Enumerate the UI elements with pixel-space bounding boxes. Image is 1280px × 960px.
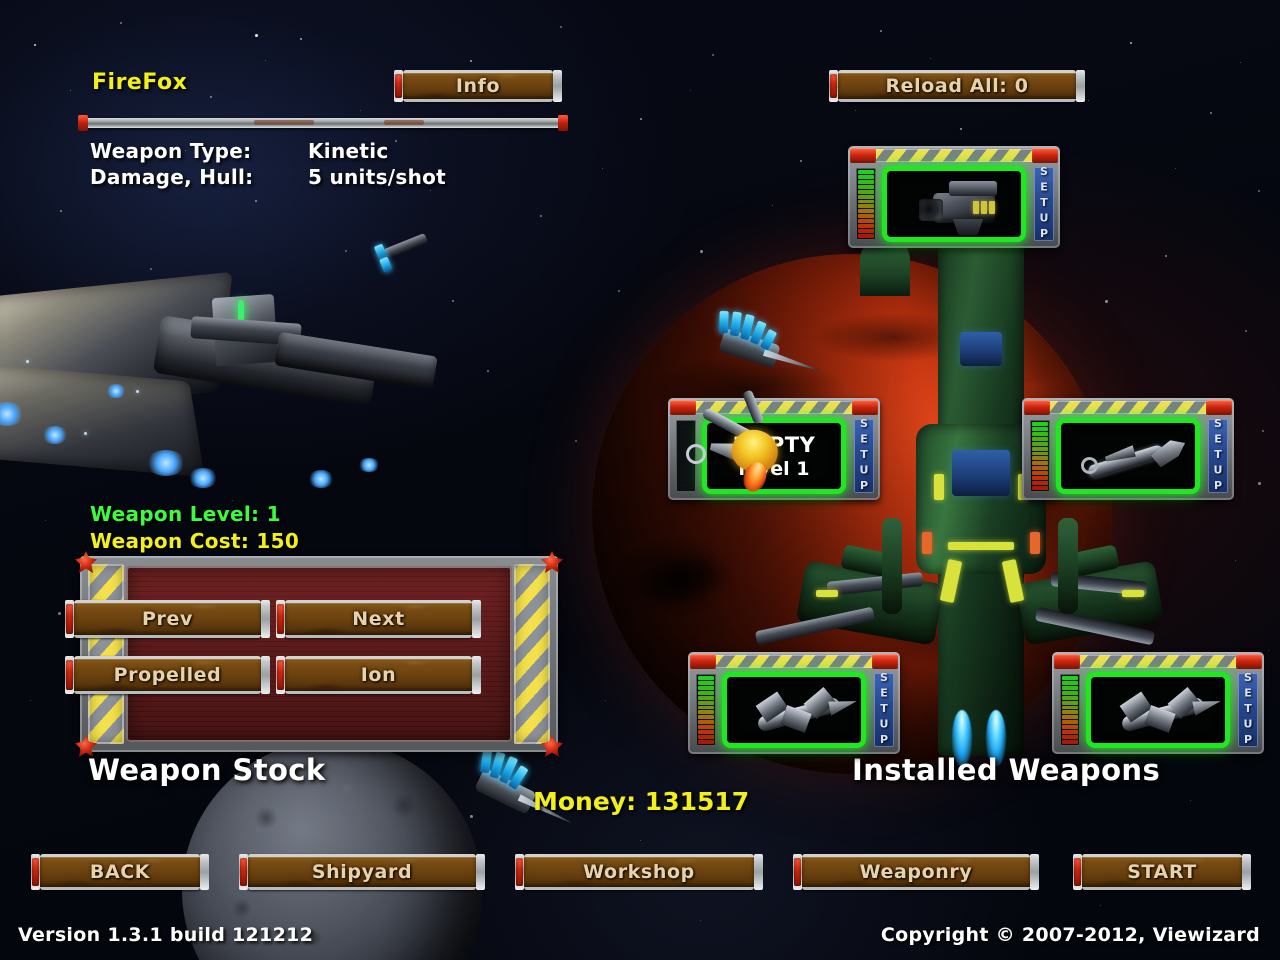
setup-tab-label: SETUP bbox=[857, 417, 871, 495]
shipyard-button-label: Shipyard bbox=[311, 861, 413, 883]
slot-health-bar-middle-right bbox=[1030, 420, 1050, 492]
setup-tab-label: SETUP bbox=[1037, 165, 1051, 243]
prev-weapon-label: Prev bbox=[142, 608, 193, 630]
next-weapon-label: Next bbox=[352, 608, 405, 630]
damage-hull-key: Damage, Hull: bbox=[90, 165, 254, 189]
reload-all-button[interactable]: Reload All: 0 bbox=[829, 70, 1085, 102]
starfield-bright bbox=[0, 0, 3, 3]
weapon-slot-middle-right[interactable]: SETUP bbox=[1022, 398, 1234, 500]
weapon-preview-ship bbox=[0, 262, 446, 502]
weaponry-button[interactable]: Weaponry bbox=[793, 854, 1039, 890]
next-weapon-button[interactable]: Next bbox=[276, 600, 481, 638]
slot-screen-top bbox=[882, 166, 1026, 242]
slot-empty-level: level 1 bbox=[738, 457, 810, 480]
setup-tab-bottom-left[interactable]: SETUP bbox=[874, 671, 894, 749]
setup-tab-middle-right[interactable]: SETUP bbox=[1208, 417, 1228, 495]
slot-cap-left bbox=[670, 400, 696, 415]
setup-tab-label: SETUP bbox=[877, 671, 891, 749]
weapon-type-key: Weapon Type: bbox=[90, 139, 252, 163]
slot-health-bar-bottom-right bbox=[1060, 674, 1080, 746]
weapon-slot-bottom-right[interactable]: SETUP bbox=[1052, 652, 1264, 754]
slot-cap-right bbox=[1032, 148, 1058, 163]
slot-cap-right bbox=[872, 654, 898, 669]
rocket-weapon-icon bbox=[1105, 686, 1223, 739]
weapon-level-text: Weapon Level: 1 bbox=[90, 502, 281, 526]
slot-screen-middle-left: EMPTY level 1 bbox=[702, 418, 846, 494]
slot-health-bar-top bbox=[856, 168, 876, 240]
info-button[interactable]: Info bbox=[394, 70, 562, 102]
setup-tab-label: SETUP bbox=[1241, 671, 1255, 749]
start-button[interactable]: START bbox=[1073, 854, 1251, 890]
back-button-label: BACK bbox=[89, 861, 151, 883]
weapon-stock-label: Weapon Stock bbox=[88, 753, 326, 787]
shipyard-button[interactable]: Shipyard bbox=[239, 854, 485, 890]
slot-hazard-stripe bbox=[874, 149, 1034, 162]
cannon-weapon-icon bbox=[915, 181, 1003, 235]
ion-filter-label: Ion bbox=[360, 664, 397, 686]
copyright-text: Copyright © 2007-2012, Viewizard bbox=[880, 924, 1260, 946]
slot-health-bar-bottom-left bbox=[696, 674, 716, 746]
money-display: Money: 131517 bbox=[533, 787, 750, 816]
rocket-weapon-icon bbox=[741, 686, 859, 739]
slot-screen-bottom-right bbox=[1086, 672, 1230, 748]
damage-hull-value: 5 units/shot bbox=[308, 165, 447, 189]
slot-cap-left bbox=[1024, 400, 1050, 415]
stock-button-grid: Prev Next Propelled Ion bbox=[65, 600, 481, 694]
weapon-info-block: Weapon Type: Kinetic Damage, Hull: 5 uni… bbox=[90, 138, 446, 190]
slot-hazard-stripe bbox=[694, 401, 854, 414]
hazard-stripe-right bbox=[514, 564, 550, 744]
installed-weapons-label: Installed Weapons bbox=[852, 753, 1161, 787]
workshop-button[interactable]: Workshop bbox=[515, 854, 763, 890]
weapon-info-row: Weapon Type: Kinetic bbox=[90, 138, 446, 164]
slot-cap-right bbox=[1236, 654, 1262, 669]
weapon-cost-text: Weapon Cost: 150 bbox=[90, 529, 300, 553]
propelled-filter-button[interactable]: Propelled bbox=[65, 656, 270, 694]
slot-cap-right bbox=[1206, 400, 1232, 415]
slot-cap-left bbox=[1054, 654, 1080, 669]
propelled-filter-label: Propelled bbox=[113, 664, 222, 686]
weapon-type-value: Kinetic bbox=[308, 139, 389, 163]
weapon-slot-top[interactable]: SETUP bbox=[848, 146, 1060, 248]
prev-weapon-button[interactable]: Prev bbox=[65, 600, 270, 638]
bottom-navigation: BACK Shipyard Workshop Weaponry START bbox=[0, 850, 1280, 896]
slot-hazard-stripe bbox=[1048, 401, 1208, 414]
setup-tab-middle-left[interactable]: SETUP bbox=[854, 417, 874, 495]
back-button[interactable]: BACK bbox=[31, 854, 209, 890]
version-text: Version 1.3.1 build 121212 bbox=[18, 924, 314, 946]
planet-surface-feature bbox=[626, 543, 734, 619]
slot-hazard-stripe bbox=[714, 655, 874, 668]
weaponry-button-label: Weaponry bbox=[859, 861, 973, 883]
game-screen: FireFox Info Reload All: 0 Weapon Type: … bbox=[0, 0, 1280, 960]
slot-cap-left bbox=[850, 148, 876, 163]
weapon-slot-middle-left[interactable]: EMPTY level 1 SETUP bbox=[668, 398, 880, 500]
setup-tab-top[interactable]: SETUP bbox=[1034, 165, 1054, 243]
header-divider bbox=[78, 115, 568, 131]
workshop-button-label: Workshop bbox=[583, 861, 695, 883]
weapon-slot-bottom-left[interactable]: SETUP bbox=[688, 652, 900, 754]
pilot-callsign: FireFox bbox=[92, 70, 188, 95]
ion-filter-button[interactable]: Ion bbox=[276, 656, 481, 694]
slot-empty-title: EMPTY bbox=[732, 432, 816, 457]
start-button-label: START bbox=[1127, 861, 1197, 883]
missile-weapon-icon bbox=[1079, 439, 1191, 483]
info-button-label: Info bbox=[455, 75, 501, 97]
setup-tab-bottom-right[interactable]: SETUP bbox=[1238, 671, 1258, 749]
slot-hazard-stripe bbox=[1078, 655, 1238, 668]
weapon-info-row: Damage, Hull: 5 units/shot bbox=[90, 164, 446, 190]
slot-screen-middle-right bbox=[1056, 418, 1200, 494]
slot-health-bar-middle-left bbox=[676, 420, 696, 492]
slot-screen-bottom-left bbox=[722, 672, 866, 748]
slot-cap-left bbox=[690, 654, 716, 669]
setup-tab-label: SETUP bbox=[1211, 417, 1225, 495]
slot-cap-right bbox=[852, 400, 878, 415]
slot-empty-overlay: EMPTY level 1 bbox=[707, 423, 841, 489]
reload-all-button-label: Reload All: 0 bbox=[885, 75, 1029, 97]
